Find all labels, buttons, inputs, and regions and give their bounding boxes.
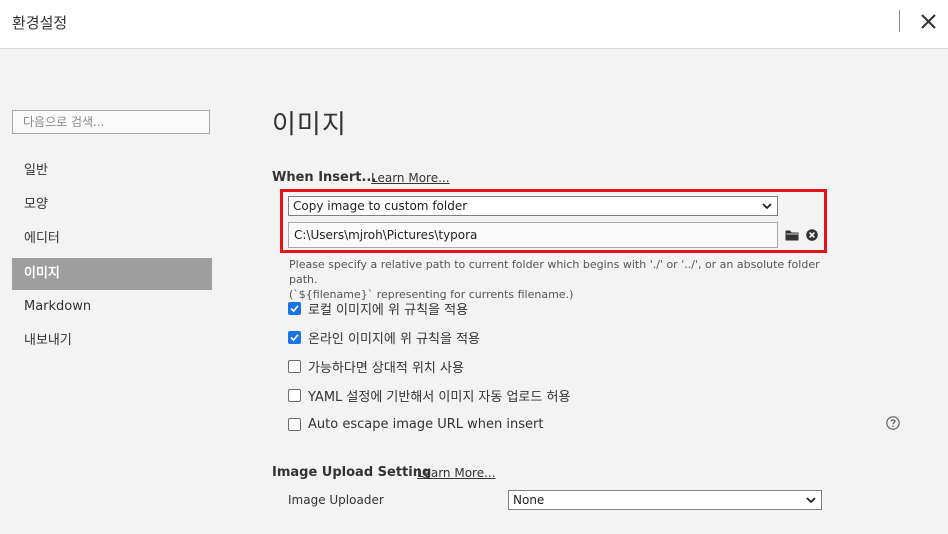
when-insert-learn-more-link[interactable]: Learn More... [371, 171, 450, 185]
folder-icon[interactable] [785, 229, 799, 241]
checkbox-checked[interactable] [288, 330, 301, 344]
chevron-down-icon [806, 497, 816, 504]
image-uploader-select[interactable]: None [508, 490, 822, 510]
path-hint-line-1: Please specify a relative path to curren… [289, 258, 820, 286]
option-yaml-auto-upload[interactable]: YAML 설정에 기반해서 이미지 자동 업로드 허용 [288, 386, 571, 405]
option-label: 온라인 이미지에 위 규칙을 적용 [308, 331, 481, 347]
when-insert-label: When Insert... [272, 170, 377, 185]
option-apply-local-images[interactable]: 로컬 이미지에 위 규칙을 적용 [288, 299, 469, 318]
option-label: YAML 설정에 기반해서 이미지 자동 업로드 허용 [308, 389, 571, 405]
sidebar-item-image[interactable]: 이미지 [12, 258, 212, 290]
option-auto-escape-url[interactable]: Auto escape image URL when insert [288, 415, 543, 433]
title-bar: 환경설정 [0, 0, 948, 49]
check-icon [290, 304, 299, 312]
option-apply-online-images[interactable]: 온라인 이미지에 위 규칙을 적용 [288, 328, 481, 347]
image-upload-setting-label: Image Upload Setting [272, 465, 432, 480]
image-upload-learn-more-link[interactable]: Learn More... [417, 466, 496, 480]
insert-action-select-value: Copy image to custom folder [293, 199, 468, 213]
sidebar-item-export[interactable]: 내보내기 [12, 325, 212, 357]
option-label: 가능하다면 상대적 위치 사용 [308, 360, 464, 376]
help-icon[interactable] [886, 416, 900, 430]
checkbox[interactable] [288, 388, 301, 402]
sidebar-item-general[interactable]: 일반 [12, 155, 212, 187]
insert-action-select[interactable]: Copy image to custom folder [288, 196, 778, 216]
page-title: 이미지 [272, 110, 347, 140]
option-label: 로컬 이미지에 위 규칙을 적용 [308, 302, 469, 318]
title-separator [899, 10, 900, 32]
image-uploader-label: Image Uploader [288, 493, 384, 507]
clear-icon[interactable] [806, 229, 818, 241]
close-icon [921, 14, 936, 29]
image-uploader-select-value: None [513, 493, 545, 507]
chevron-down-icon [762, 203, 772, 210]
sidebar-item-markdown[interactable]: Markdown [12, 291, 212, 323]
sidebar-item-editor[interactable]: 에디터 [12, 223, 212, 255]
image-folder-path-input[interactable] [288, 222, 778, 248]
close-button[interactable] [914, 8, 942, 36]
sidebar-item-appearance[interactable]: 모양 [12, 189, 212, 221]
checkbox[interactable] [288, 417, 301, 431]
checkbox-checked[interactable] [288, 301, 301, 315]
check-icon [290, 333, 299, 341]
search-input[interactable] [12, 110, 210, 134]
path-hint: Please specify a relative path to curren… [289, 257, 834, 302]
window-title: 환경설정 [12, 14, 68, 32]
option-use-relative-path[interactable]: 가능하다면 상대적 위치 사용 [288, 357, 464, 376]
option-label: Auto escape image URL when insert [308, 416, 544, 432]
checkbox[interactable] [288, 359, 301, 373]
